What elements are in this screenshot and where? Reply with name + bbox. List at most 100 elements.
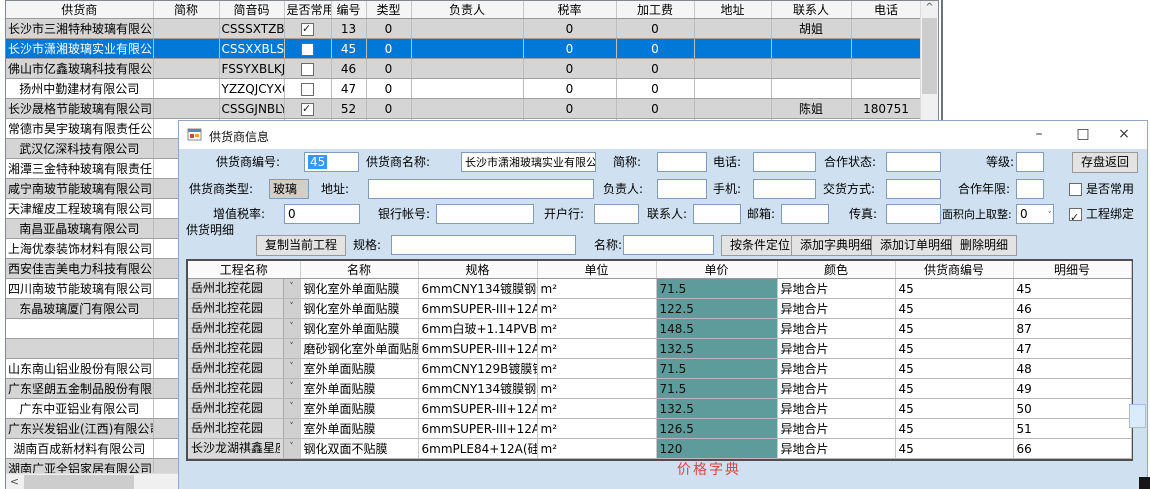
project-bind-checkbox-row[interactable]: 工程绑定 (1069, 204, 1134, 225)
supplier-name-input[interactable]: 长沙市潇湘玻璃实业有限公司 (461, 152, 596, 172)
cell-project-combobox[interactable]: 岳州北控花园˅ (188, 279, 300, 299)
email-input[interactable] (781, 204, 829, 224)
horizontal-scroll-thumb[interactable] (24, 475, 134, 489)
detail-row[interactable]: 岳州北控花园˅ 钢化室外单面贴膜 6mmCNY134镀膜钢化 m² 71.5 异… (188, 279, 1131, 299)
address-input[interactable] (368, 179, 594, 199)
locate-by-condition-button[interactable]: 按条件定位 (721, 235, 799, 256)
chevron-down-icon[interactable]: ˅ (1048, 207, 1053, 225)
column-header[interactable]: 供货商 (6, 1, 153, 19)
column-header[interactable]: 电话 (851, 1, 921, 19)
detail-row[interactable]: 长沙龙湖祺鑫星座˅ 钢化双面不贴膜 6mmPLE84+12A(硅酮胶... m²… (188, 439, 1131, 459)
copy-current-project-button[interactable]: 复制当前工程 (256, 235, 346, 256)
cell-project-combobox[interactable]: 岳州北控花园˅ (188, 379, 300, 399)
mobile-input[interactable] (753, 179, 816, 199)
cell-project-combobox[interactable]: 岳州北控花园˅ (188, 419, 300, 439)
add-order-detail-button[interactable]: 添加订单明细 (871, 235, 961, 256)
detail-row[interactable]: 岳州北控花园˅ 室外单面贴膜 6mmCNY129B镀膜钢化 m² 71.5 异地… (188, 359, 1131, 379)
abbr-input[interactable] (657, 152, 707, 172)
delete-detail-button[interactable]: 删除明细 (951, 235, 1017, 256)
column-header[interactable]: 单价 (656, 261, 777, 279)
fax-input[interactable] (886, 204, 941, 224)
scroll-up-icon[interactable]: ^ (921, 1, 938, 17)
column-header[interactable]: 简称 (153, 1, 219, 19)
column-header[interactable]: 规格 (418, 261, 537, 279)
common-checkbox[interactable] (301, 63, 314, 76)
close-button[interactable]: × (1104, 121, 1144, 149)
common-checkbox[interactable] (301, 83, 314, 96)
contact-input[interactable] (693, 204, 741, 224)
chevron-down-icon[interactable]: ˅ (283, 419, 300, 438)
add-dictionary-detail-button[interactable]: 添加字典明细 (791, 235, 881, 256)
common-checkbox[interactable] (301, 43, 314, 56)
column-header[interactable]: 颜色 (777, 261, 895, 279)
cell-project-combobox[interactable]: 长沙龙湖祺鑫星座˅ (188, 439, 300, 459)
column-header[interactable]: 负责人 (411, 1, 523, 19)
common-checkbox[interactable] (301, 103, 314, 116)
column-header[interactable]: 加工费 (616, 1, 694, 19)
scroll-left-icon[interactable]: < (6, 474, 23, 489)
cell-project-combobox[interactable]: 岳州北控花园˅ (188, 339, 300, 359)
chevron-down-icon[interactable]: ˅ (283, 379, 300, 398)
table-row[interactable]: 扬州中勤建材有限公司 YZZQJCYXGS 47 0 0 0 (6, 79, 921, 99)
detail-row[interactable]: 岳州北控花园˅ 钢化室外单面贴膜 6mmSUPER-III+12A(硅... m… (188, 299, 1131, 319)
table-row[interactable]: 佛山市亿鑫玻璃科技有限公司 FSSYXBLKJ.. 46 0 0 0 (6, 59, 921, 79)
cell-unit-price: 132.5 (656, 339, 777, 359)
vertical-scroll-thumb[interactable] (922, 18, 937, 94)
detail-row[interactable]: 岳州北控花园˅ 磨砂钢化室外单面贴膜 6mmSUPER-III+12A(硅...… (188, 339, 1131, 359)
detail-row[interactable]: 岳州北控花园˅ 室外单面贴膜 6mmSUPER-III+12A(硅... m² … (188, 419, 1131, 439)
column-header[interactable]: 单位 (537, 261, 656, 279)
column-header[interactable]: 类型 (366, 1, 411, 19)
bank-branch-input[interactable] (594, 204, 639, 224)
cell-project-combobox[interactable]: 岳州北控花园˅ (188, 299, 300, 319)
chevron-down-icon[interactable]: ˅ (283, 339, 300, 358)
chevron-down-icon[interactable]: ˅ (283, 299, 300, 318)
grade-input[interactable] (1016, 152, 1044, 172)
detail-row[interactable]: 岳州北控花园˅ 钢化室外单面贴膜 6mm白玻+1.14PVB+6mm... m²… (188, 319, 1131, 339)
minimize-button[interactable]: – (1019, 121, 1059, 149)
table-row[interactable]: 长沙晟格节能玻璃有限公司 CSSGJNBLYXGS 52 0 0 0 陈姐 18… (6, 99, 921, 119)
table-row[interactable]: 长沙市三湘特种玻璃有限公司 CSSSXTZBL.. 13 0 0 0 胡姐 (6, 19, 921, 39)
column-header[interactable]: 是否常用 (284, 1, 331, 19)
manager-input[interactable] (657, 179, 707, 199)
area-round-up-combobox[interactable]: 0˅ (1016, 204, 1054, 224)
coop-years-input[interactable] (1016, 179, 1044, 199)
column-header[interactable]: 简音码 (219, 1, 284, 19)
column-header[interactable]: 编号 (331, 1, 366, 19)
delivery-input[interactable] (886, 179, 941, 199)
detail-row[interactable]: 岳州北控花园˅ 室外单面贴膜 6mmCNY134镀膜钢化 m² 71.5 异地合… (188, 379, 1131, 399)
column-header[interactable]: 地址 (694, 1, 771, 19)
chevron-down-icon[interactable]: ˅ (283, 359, 300, 378)
save-return-button[interactable]: 存盘返回 (1072, 152, 1138, 173)
detail-row[interactable]: 岳州北控花园˅ 室外单面贴膜 6mmSUPER-III+12A(硅... m² … (188, 399, 1131, 419)
supplier-type-input[interactable]: 玻璃 (269, 179, 309, 199)
cell-project-combobox[interactable]: 岳州北控花园˅ (188, 359, 300, 379)
is-common-checkbox-row[interactable]: 是否常用 (1069, 179, 1134, 200)
vat-rate-input[interactable]: 0 (284, 204, 360, 224)
project-bind-checkbox[interactable] (1069, 208, 1082, 221)
common-checkbox[interactable] (301, 23, 314, 36)
spec-filter-input[interactable] (391, 235, 576, 255)
column-header[interactable]: 名称 (300, 261, 418, 279)
column-header[interactable]: 税率 (523, 1, 616, 19)
coop-status-input[interactable] (886, 152, 941, 172)
chevron-down-icon[interactable]: ˅ (283, 399, 300, 418)
column-header[interactable]: 工程名称 (188, 261, 300, 279)
phone-input[interactable] (753, 152, 816, 172)
column-header[interactable]: 供货商编号 (895, 261, 1013, 279)
supplier-no-input[interactable]: 45 (304, 152, 359, 172)
chevron-down-icon[interactable]: ˅ (283, 279, 300, 298)
bank-account-input[interactable] (436, 204, 534, 224)
column-header[interactable]: 明细号 (1013, 261, 1131, 279)
maximize-button[interactable]: □ (1063, 121, 1103, 149)
chevron-down-icon[interactable]: ˅ (283, 439, 300, 458)
dialog-titlebar[interactable]: 供货商信息 – □ × (179, 121, 1147, 149)
cell-project-combobox[interactable]: 岳州北控花园˅ (188, 399, 300, 419)
table-row[interactable]: 长沙市潇湘玻璃实业有限公司 CSSXXBLSY.. 45 0 0 0 (6, 39, 921, 59)
is-common-checkbox[interactable] (1069, 183, 1082, 196)
column-header[interactable]: 联系人 (771, 1, 851, 19)
chevron-down-icon[interactable]: ˅ (283, 319, 300, 338)
price-dictionary-label: 价格字典 (619, 459, 799, 479)
name-filter-input[interactable] (623, 235, 714, 255)
cell-project-combobox[interactable]: 岳州北控花园˅ (188, 319, 300, 339)
dialog-scroll-thumb[interactable] (1129, 404, 1146, 428)
